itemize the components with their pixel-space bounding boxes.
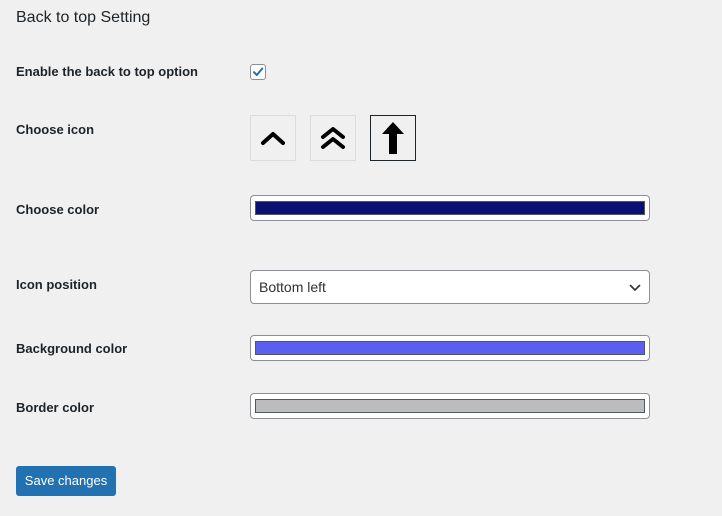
icon-option-arrow-up[interactable] [370,115,416,161]
save-changes-button[interactable]: Save changes [16,466,116,496]
settings-page: Back to top Setting Enable the back to t… [0,0,722,516]
icon-position-value: Bottom left [259,279,326,295]
choose-color-swatch [255,201,645,215]
choose-color-picker[interactable] [250,195,650,221]
border-color-picker[interactable] [250,393,650,419]
border-color-label: Border color [16,400,95,415]
choose-icon-label: Choose icon [16,122,95,137]
icon-position-select[interactable]: Bottom left [250,270,650,304]
checkmark-icon [253,67,264,76]
chevron-down-icon [629,284,641,291]
background-color-swatch [255,341,645,355]
icon-position-label: Icon position [16,277,97,292]
icon-option-chevron-up[interactable] [250,115,296,161]
background-color-picker[interactable] [250,335,650,361]
border-color-swatch [255,399,645,413]
icon-option-double-chevron-up[interactable] [310,115,356,161]
chevron-up-icon [261,132,285,145]
choose-color-label: Choose color [16,202,100,217]
enable-option-label: Enable the back to top option [16,64,198,79]
double-chevron-up-icon [321,127,345,149]
background-color-label: Background color [16,341,128,356]
page-title: Back to top Setting [16,9,151,26]
arrow-up-icon [382,122,404,154]
enable-option-checkbox[interactable] [250,64,266,80]
